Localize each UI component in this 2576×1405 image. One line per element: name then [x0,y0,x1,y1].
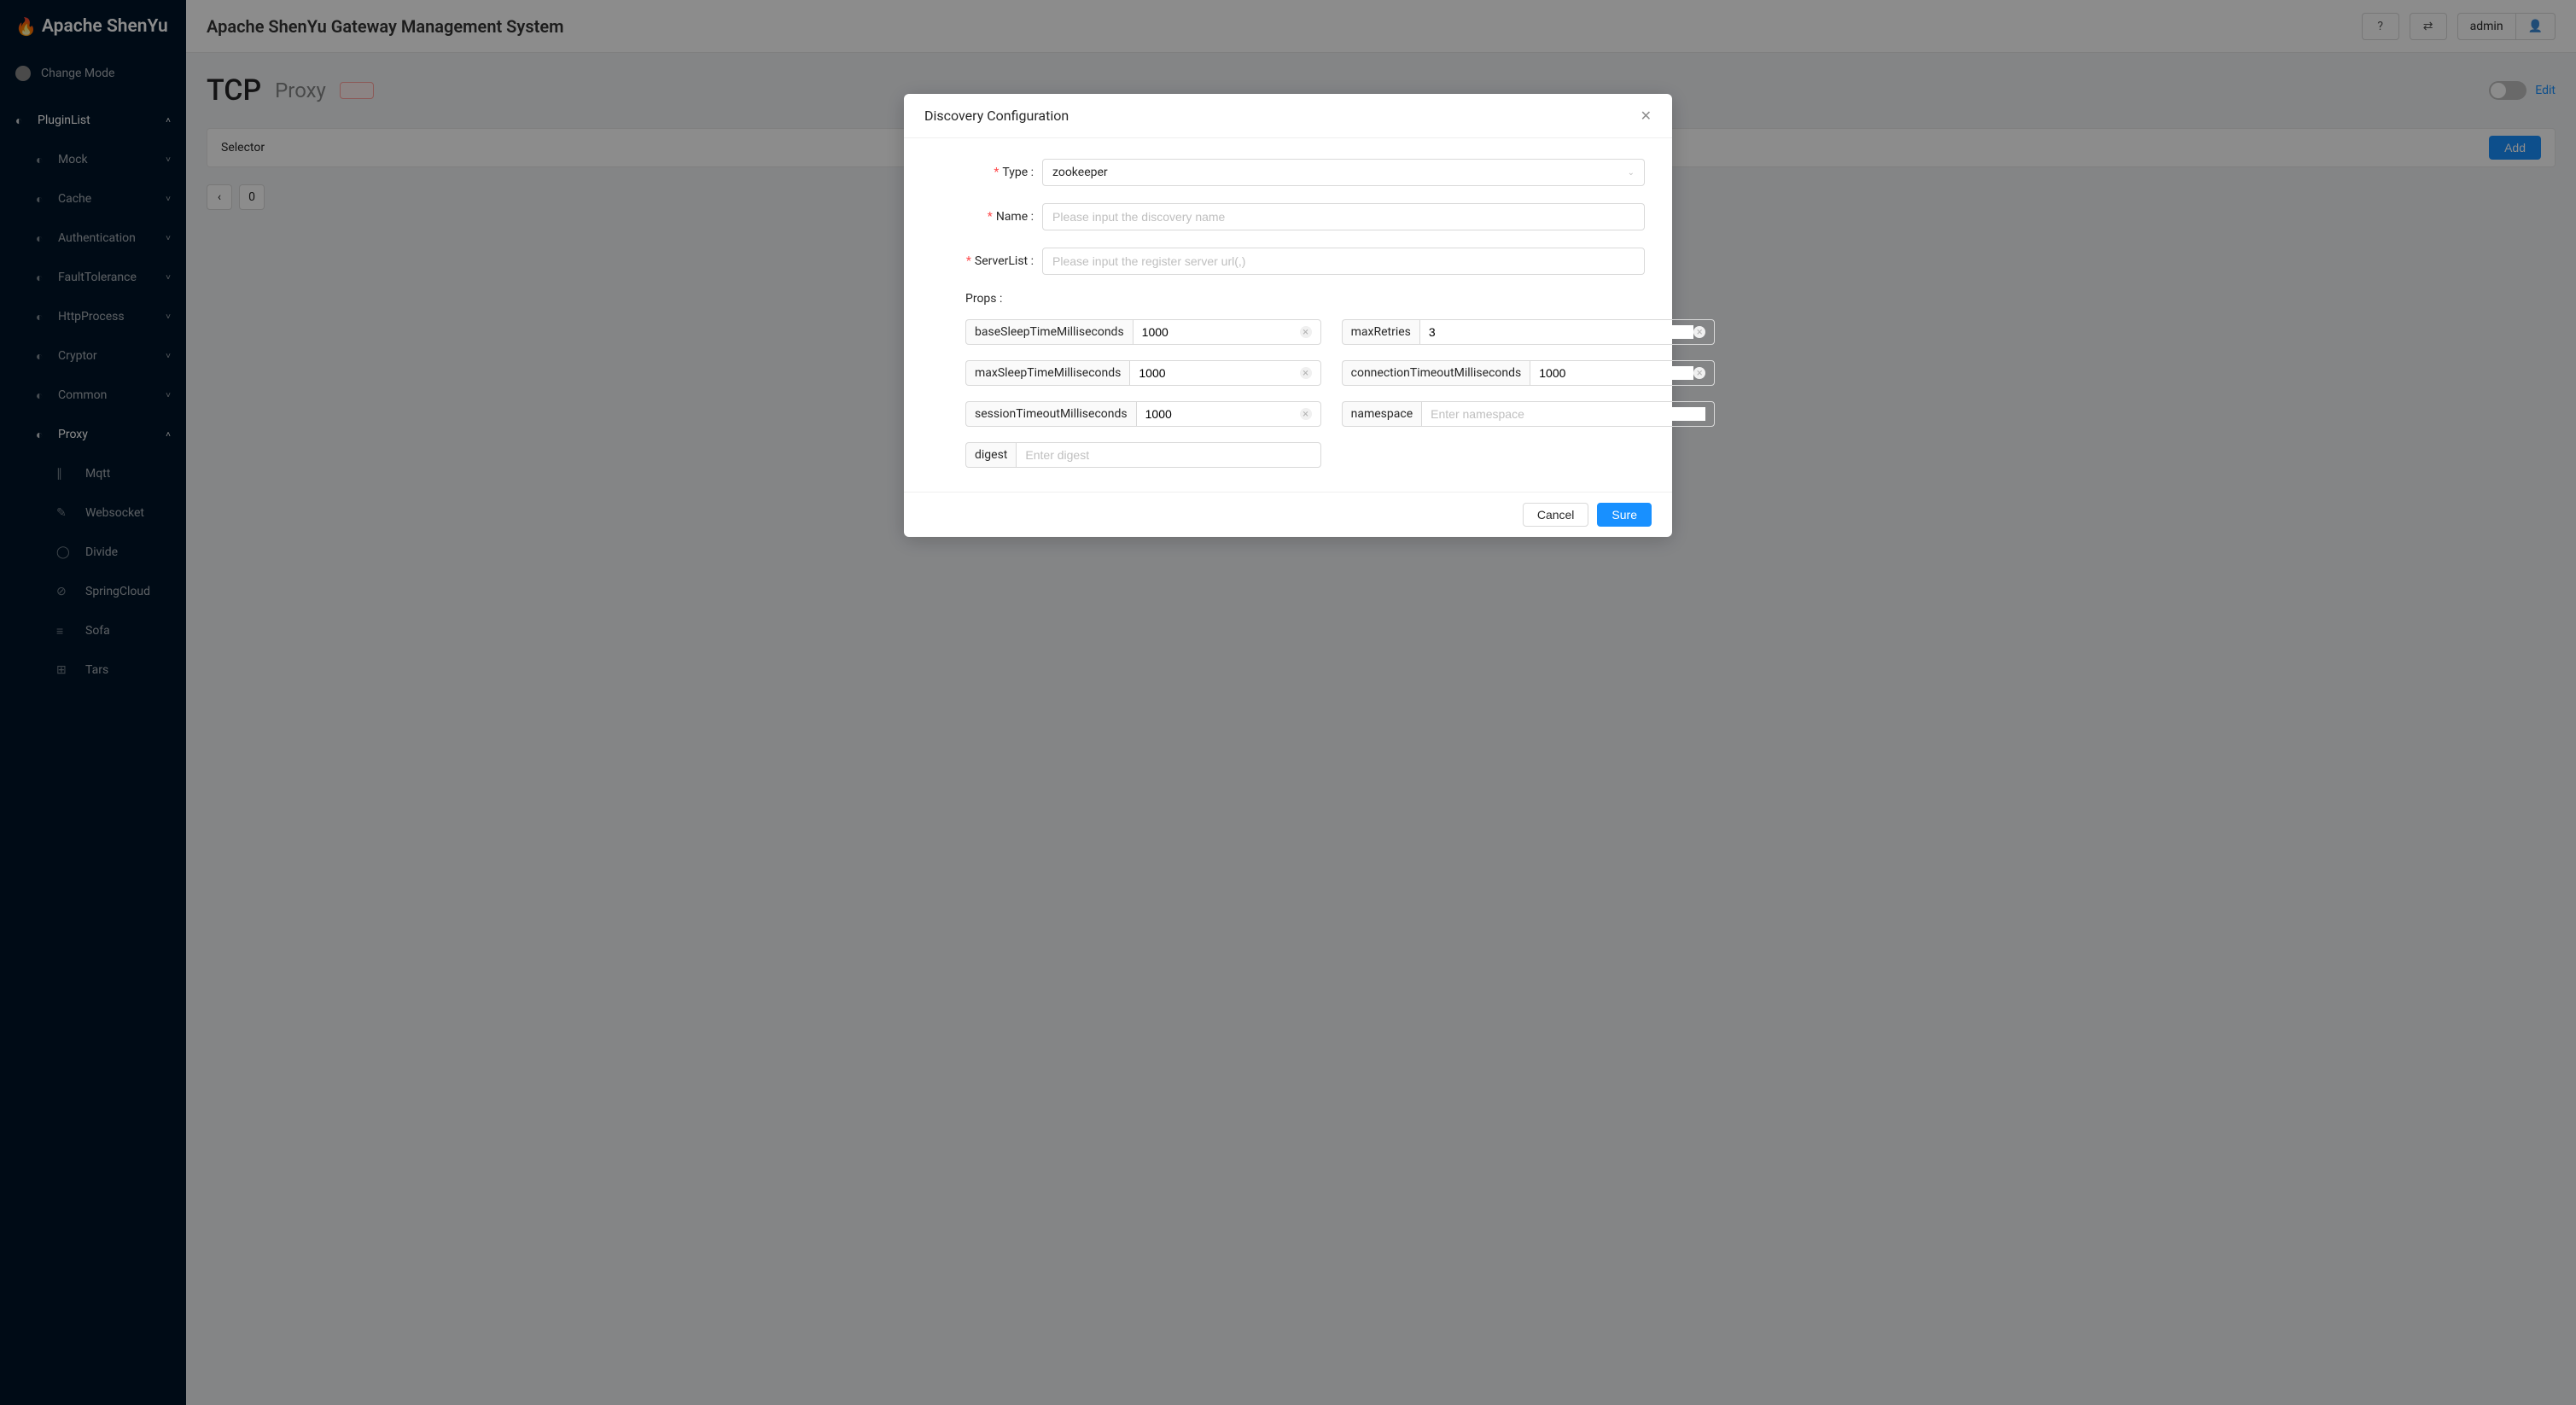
modal-title: Discovery Configuration [924,108,1069,124]
modal-overlay: Discovery Configuration ✕ *Type : zookee… [0,0,2576,1405]
prop-digest: digest [965,442,1321,468]
clear-icon[interactable]: × [1693,367,1705,379]
type-select[interactable]: zookeeper ⌄ [1042,159,1645,186]
discovery-config-modal: Discovery Configuration ✕ *Type : zookee… [904,94,1672,537]
prop-key: sessionTimeoutMilliseconds [965,401,1136,427]
chevron-down-icon: ⌄ [1628,168,1635,178]
clear-icon[interactable]: × [1693,326,1705,338]
prop-key: namespace [1342,401,1422,427]
prop-input[interactable] [1431,407,1705,421]
prop-maxsleep: maxSleepTimeMilliseconds × [965,360,1321,386]
prop-namespace: namespace [1342,401,1716,427]
close-icon[interactable]: ✕ [1641,108,1652,124]
name-input[interactable] [1042,203,1645,230]
type-value: zookeeper [1052,166,1108,179]
prop-basesleep: baseSleepTimeMilliseconds × [965,319,1321,345]
prop-input[interactable] [1139,366,1299,380]
props-label: Props : [965,292,1645,306]
sure-button[interactable]: Sure [1597,503,1652,527]
clear-icon[interactable]: × [1300,326,1312,338]
prop-key: digest [965,442,1016,468]
prop-input[interactable] [1142,325,1300,339]
prop-input[interactable] [1025,448,1311,462]
clear-icon[interactable]: × [1300,367,1312,379]
prop-conntimeout: connectionTimeoutMilliseconds × [1342,360,1716,386]
cancel-button[interactable]: Cancel [1523,503,1589,527]
prop-input[interactable] [1429,325,1693,339]
prop-sessiontimeout: sessionTimeoutMilliseconds × [965,401,1321,427]
prop-key: maxSleepTimeMilliseconds [965,360,1129,386]
prop-input[interactable] [1145,407,1300,421]
prop-key: baseSleepTimeMilliseconds [965,319,1133,345]
clear-icon[interactable]: × [1300,408,1312,420]
serverlist-input[interactable] [1042,248,1645,275]
prop-maxretries: maxRetries × [1342,319,1716,345]
name-label: *Name : [931,210,1042,224]
serverlist-label: *ServerList : [931,254,1042,268]
prop-key: connectionTimeoutMilliseconds [1342,360,1530,386]
prop-input[interactable] [1539,366,1693,380]
prop-key: maxRetries [1342,319,1419,345]
type-label: *Type : [931,166,1042,179]
